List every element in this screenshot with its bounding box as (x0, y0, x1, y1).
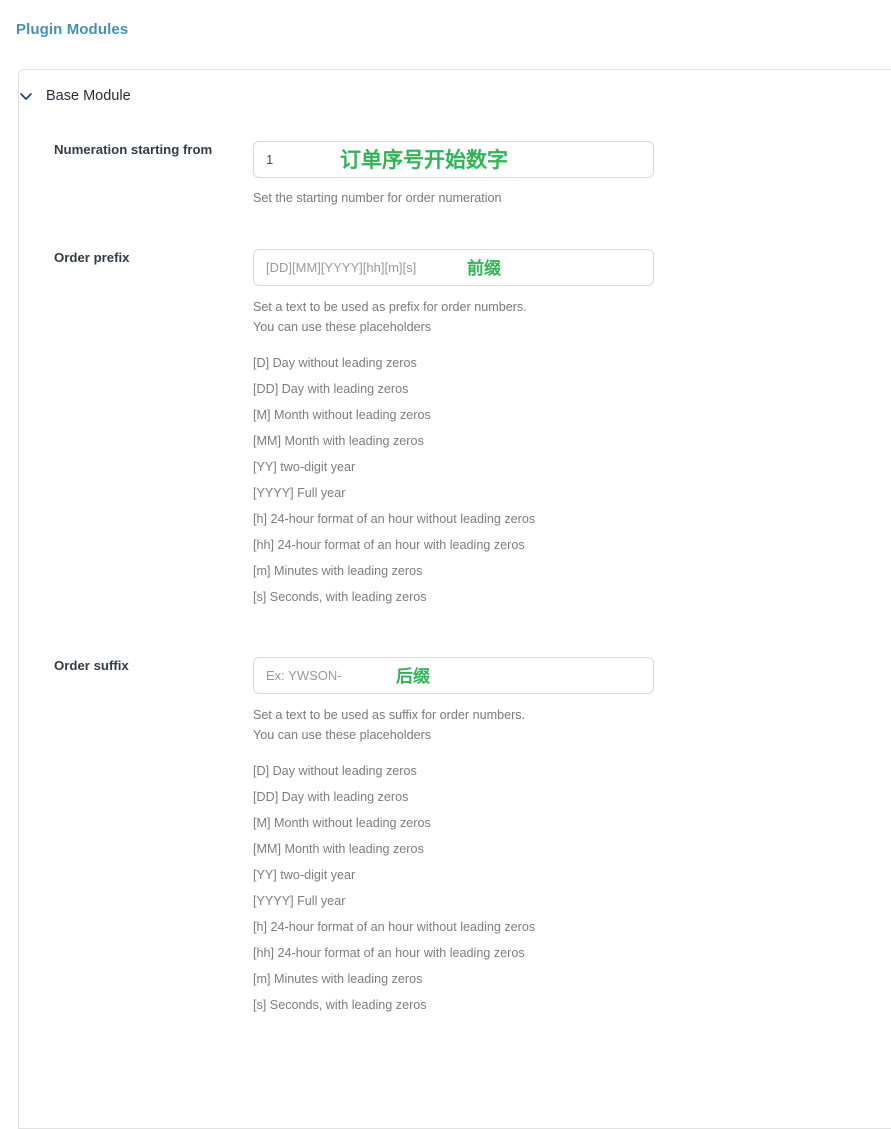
placeholder-token-item: [M] Month without leading zeros (253, 408, 431, 422)
placeholder-token-item: [hh] 24-hour format of an hour with lead… (253, 946, 525, 960)
suffix-input[interactable] (253, 657, 654, 694)
placeholder-token-item: [h] 24-hour format of an hour without le… (253, 512, 536, 526)
chevron-down-icon[interactable] (18, 88, 34, 104)
numeration-input[interactable] (253, 141, 654, 178)
placeholder-token-item: [M] Month without leading zeros (253, 816, 431, 830)
suffix-help-line-1: Set a text to be used as suffix for orde… (253, 708, 526, 722)
prefix-label: Order prefix (54, 250, 130, 265)
placeholder-token-item: [MM] Month with leading zeros (253, 434, 424, 448)
placeholder-token-item: [YYYY] Full year (253, 486, 346, 500)
numeration-control: 订单序号开始数字 (253, 141, 654, 178)
numeration-help-text: Set the starting number for order numera… (253, 188, 502, 208)
prefix-help-line-2: You can use these placeholders (253, 320, 432, 334)
placeholder-token-item: [m] Minutes with leading zeros (253, 564, 423, 578)
placeholder-token-item: [YY] two-digit year (253, 868, 356, 882)
suffix-placeholder-list: [D] Day without leading zeros [DD] Day wi… (253, 758, 535, 1018)
suffix-label: Order suffix (54, 658, 129, 673)
base-module-accordion-header[interactable]: Base Module (18, 86, 131, 106)
numeration-label: Numeration starting from (54, 142, 213, 157)
suffix-control: 后缀 (253, 657, 654, 694)
placeholder-token-item: [m] Minutes with leading zeros (253, 972, 423, 986)
prefix-placeholder-list: [D] Day without leading zeros [DD] Day wi… (253, 350, 535, 610)
prefix-help-line-1: Set a text to be used as prefix for orde… (253, 300, 527, 314)
base-module-title: Base Module (46, 88, 131, 104)
page-title: Plugin Modules (16, 21, 129, 38)
suffix-help-text: Set a text to be used as suffix for orde… (253, 705, 525, 745)
placeholder-token-item: [s] Seconds, with leading zeros (253, 590, 427, 604)
prefix-control: 前缀 (253, 249, 654, 286)
placeholder-token-item: [h] 24-hour format of an hour without le… (253, 920, 536, 934)
placeholder-token-item: [D] Day without leading zeros (253, 764, 417, 778)
placeholder-token-item: [DD] Day with leading zeros (253, 382, 409, 396)
placeholder-token-item: [hh] 24-hour format of an hour with lead… (253, 538, 525, 552)
prefix-help-text: Set a text to be used as prefix for orde… (253, 297, 527, 337)
placeholder-token-item: [YY] two-digit year (253, 460, 356, 474)
placeholder-token-item: [MM] Month with leading zeros (253, 842, 424, 856)
placeholder-token-item: [D] Day without leading zeros (253, 356, 417, 370)
placeholder-token-item: [DD] Day with leading zeros (253, 790, 409, 804)
placeholder-token-item: [YYYY] Full year (253, 894, 346, 908)
suffix-help-line-2: You can use these placeholders (253, 728, 432, 742)
numeration-help-line: Set the starting number for order numera… (253, 191, 502, 205)
prefix-input[interactable] (253, 249, 654, 286)
placeholder-token-item: [s] Seconds, with leading zeros (253, 998, 427, 1012)
